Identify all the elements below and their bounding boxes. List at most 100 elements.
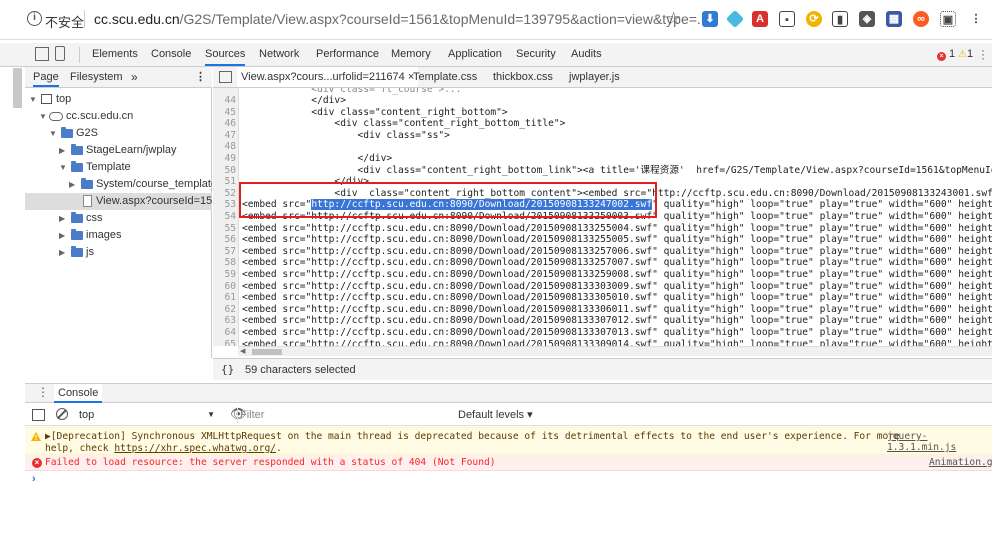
line-number[interactable]: 64 xyxy=(213,327,236,339)
scrollbar[interactable] xyxy=(13,68,22,108)
line-number[interactable]: 62 xyxy=(213,304,236,316)
code-text: <embed src="http://ccftp.scu.edu.cn:8090… xyxy=(242,303,992,315)
tree-item-domain[interactable]: ▼ cc.scu.edu.cn xyxy=(25,108,212,125)
url-host: cc.scu.edu.cn xyxy=(94,11,180,27)
tree-item-css[interactable]: ▶ css xyxy=(25,210,212,227)
scrollbar-thumb[interactable] xyxy=(252,349,282,355)
pretty-print-icon[interactable]: {} xyxy=(221,363,234,376)
download-icon[interactable]: ⬇ xyxy=(702,11,718,27)
infinity-extension-icon[interactable]: ∞ xyxy=(913,11,929,27)
log-levels-dropdown[interactable]: Default levels ▾ xyxy=(458,407,533,423)
editor-tab-thickbox-css[interactable]: thickbox.css xyxy=(493,67,553,87)
line-number[interactable]: 54 xyxy=(213,211,236,223)
tab-audits[interactable]: Audits xyxy=(571,43,602,66)
tab-performance[interactable]: Performance xyxy=(316,43,379,66)
navigator-menu-icon[interactable]: ⋮ xyxy=(195,67,206,87)
more-tabs-icon[interactable]: » xyxy=(131,67,138,87)
console-prompt[interactable]: › xyxy=(32,473,36,485)
line-number[interactable]: 46 xyxy=(213,118,236,130)
tab-security[interactable]: Security xyxy=(516,43,556,66)
filter-input[interactable]: Filter xyxy=(237,407,447,423)
tab-application[interactable]: Application xyxy=(448,43,502,66)
line-number[interactable]: 50 xyxy=(213,165,236,177)
menu-icon[interactable]: ⋮ xyxy=(968,11,984,27)
context-selector[interactable]: top ▼ xyxy=(79,407,221,423)
error-text: Failed to load resource: the server resp… xyxy=(45,457,496,468)
warning-line2-suffix: . xyxy=(276,443,282,454)
error-counter[interactable]: × 1 xyxy=(937,48,955,61)
qr-extension-icon[interactable]: ▣ xyxy=(940,11,956,27)
toggle-navigator-icon[interactable] xyxy=(219,71,232,83)
circle-extension-icon[interactable]: ⟳ xyxy=(806,11,822,27)
tab-filesystem[interactable]: Filesystem xyxy=(70,67,123,87)
tree-item-images[interactable]: ▶ images xyxy=(25,227,212,244)
inspect-element-icon[interactable] xyxy=(35,47,49,61)
line-number[interactable]: 58 xyxy=(213,257,236,269)
warning-source-link[interactable]: jquery-1.3.1.min.js xyxy=(887,431,992,453)
tab-console[interactable]: Console xyxy=(151,43,191,66)
line-number[interactable]: 59 xyxy=(213,269,236,281)
warning-link[interactable]: https://xhr.spec.whatwg.org/ xyxy=(114,443,276,454)
bookmark-star-icon[interactable]: ☆ xyxy=(666,9,681,29)
code-line: 63 <embed src="http://ccftp.scu.edu.cn:80… xyxy=(213,315,992,327)
tree-item-g2s[interactable]: ▼ G2S xyxy=(25,125,212,142)
tree-label: System/course_template_0 xyxy=(96,178,212,190)
line-number[interactable]: 51 xyxy=(213,176,236,188)
extension-diamond-icon[interactable] xyxy=(725,9,745,29)
console-warning-message: ▶[Deprecation] Synchronous XMLHttpReques… xyxy=(25,427,992,455)
tree-item-view-aspx[interactable]: View.aspx?courseId=1561& xyxy=(25,193,212,210)
scroll-left-arrow-icon[interactable]: ◀ xyxy=(240,347,245,355)
divider xyxy=(79,47,80,63)
line-number[interactable]: 57 xyxy=(213,246,236,258)
drawer-menu-icon[interactable]: ⋮ xyxy=(37,385,49,399)
editor-tab-jwplayer-js[interactable]: jwplayer.js xyxy=(569,67,620,87)
tree-item-js[interactable]: ▶ js xyxy=(25,244,212,261)
editor-tab-view-aspx[interactable]: View.aspx?cours...urfolid=211674 × xyxy=(237,67,419,87)
code-line: 61 <embed src="http://ccftp.scu.edu.cn:80… xyxy=(213,292,992,304)
show-sidebar-icon[interactable] xyxy=(32,409,45,421)
info-icon[interactable]: i xyxy=(27,11,42,26)
toolbox-extension-icon[interactable]: ▦ xyxy=(886,11,902,27)
line-number[interactable]: 49 xyxy=(213,153,236,165)
tree-item-stagelearn[interactable]: ▶ StageLearn/jwplay xyxy=(25,142,212,159)
device-toolbar-icon[interactable] xyxy=(55,46,65,61)
line-number[interactable]: 48 xyxy=(213,141,236,153)
editor-tabs: View.aspx?cours...urfolid=211674 × Templ… xyxy=(213,67,992,88)
line-number[interactable]: 55 xyxy=(213,223,236,235)
line-number[interactable]: 61 xyxy=(213,292,236,304)
horizontal-scrollbar[interactable]: ◀ xyxy=(238,346,992,356)
line-number[interactable]: 47 xyxy=(213,130,236,142)
tab-elements[interactable]: Elements xyxy=(92,43,138,66)
line-number[interactable]: 45 xyxy=(213,107,236,119)
tree-item-system[interactable]: ▶ System/course_template_0 xyxy=(25,176,212,193)
clear-console-icon[interactable] xyxy=(56,408,68,420)
warning-counter[interactable]: ⚠1 xyxy=(958,48,973,60)
tab-console-drawer[interactable]: Console xyxy=(54,384,103,403)
url-field[interactable]: cc.scu.edu.cn/G2S/Template/View.aspx?cou… xyxy=(94,11,709,27)
line-number[interactable]: 63 xyxy=(213,315,236,327)
collapsed-arrow-icon: ▶ xyxy=(59,214,66,223)
shield-extension-icon[interactable]: ◈ xyxy=(859,11,875,27)
line-number[interactable]: 44 xyxy=(213,95,236,107)
devtools-menu-icon[interactable]: · · · xyxy=(981,44,985,64)
folder-icon xyxy=(71,229,83,240)
block-extension-icon[interactable]: ▮ xyxy=(832,11,848,27)
editor-tab-template-css[interactable]: Template.css xyxy=(413,67,477,87)
expanded-arrow-icon: ▼ xyxy=(49,129,57,138)
tab-network[interactable]: Network xyxy=(259,43,299,66)
tree-item-top[interactable]: ▼ top xyxy=(25,91,212,108)
line-number[interactable]: 52 xyxy=(213,188,236,200)
line-number[interactable]: 56 xyxy=(213,234,236,246)
console-toolbar: top ▼ 👁 Filter Default levels ▾ xyxy=(25,404,992,426)
line-number[interactable]: 65 xyxy=(213,339,236,346)
line-number[interactable]: 60 xyxy=(213,281,236,293)
image-extension-icon[interactable]: ▪ xyxy=(779,11,795,27)
line-number[interactable]: 53 xyxy=(213,199,236,211)
pdf-extension-icon[interactable]: A xyxy=(752,11,768,27)
tab-memory[interactable]: Memory xyxy=(391,43,431,66)
tab-sources[interactable]: Sources xyxy=(205,43,246,66)
tab-page[interactable]: Page xyxy=(33,67,59,87)
error-source-link[interactable]: Animation.gi xyxy=(929,457,992,468)
tree-item-template[interactable]: ▼ Template xyxy=(25,159,212,176)
security-label[interactable]: 不安全 xyxy=(45,12,84,31)
